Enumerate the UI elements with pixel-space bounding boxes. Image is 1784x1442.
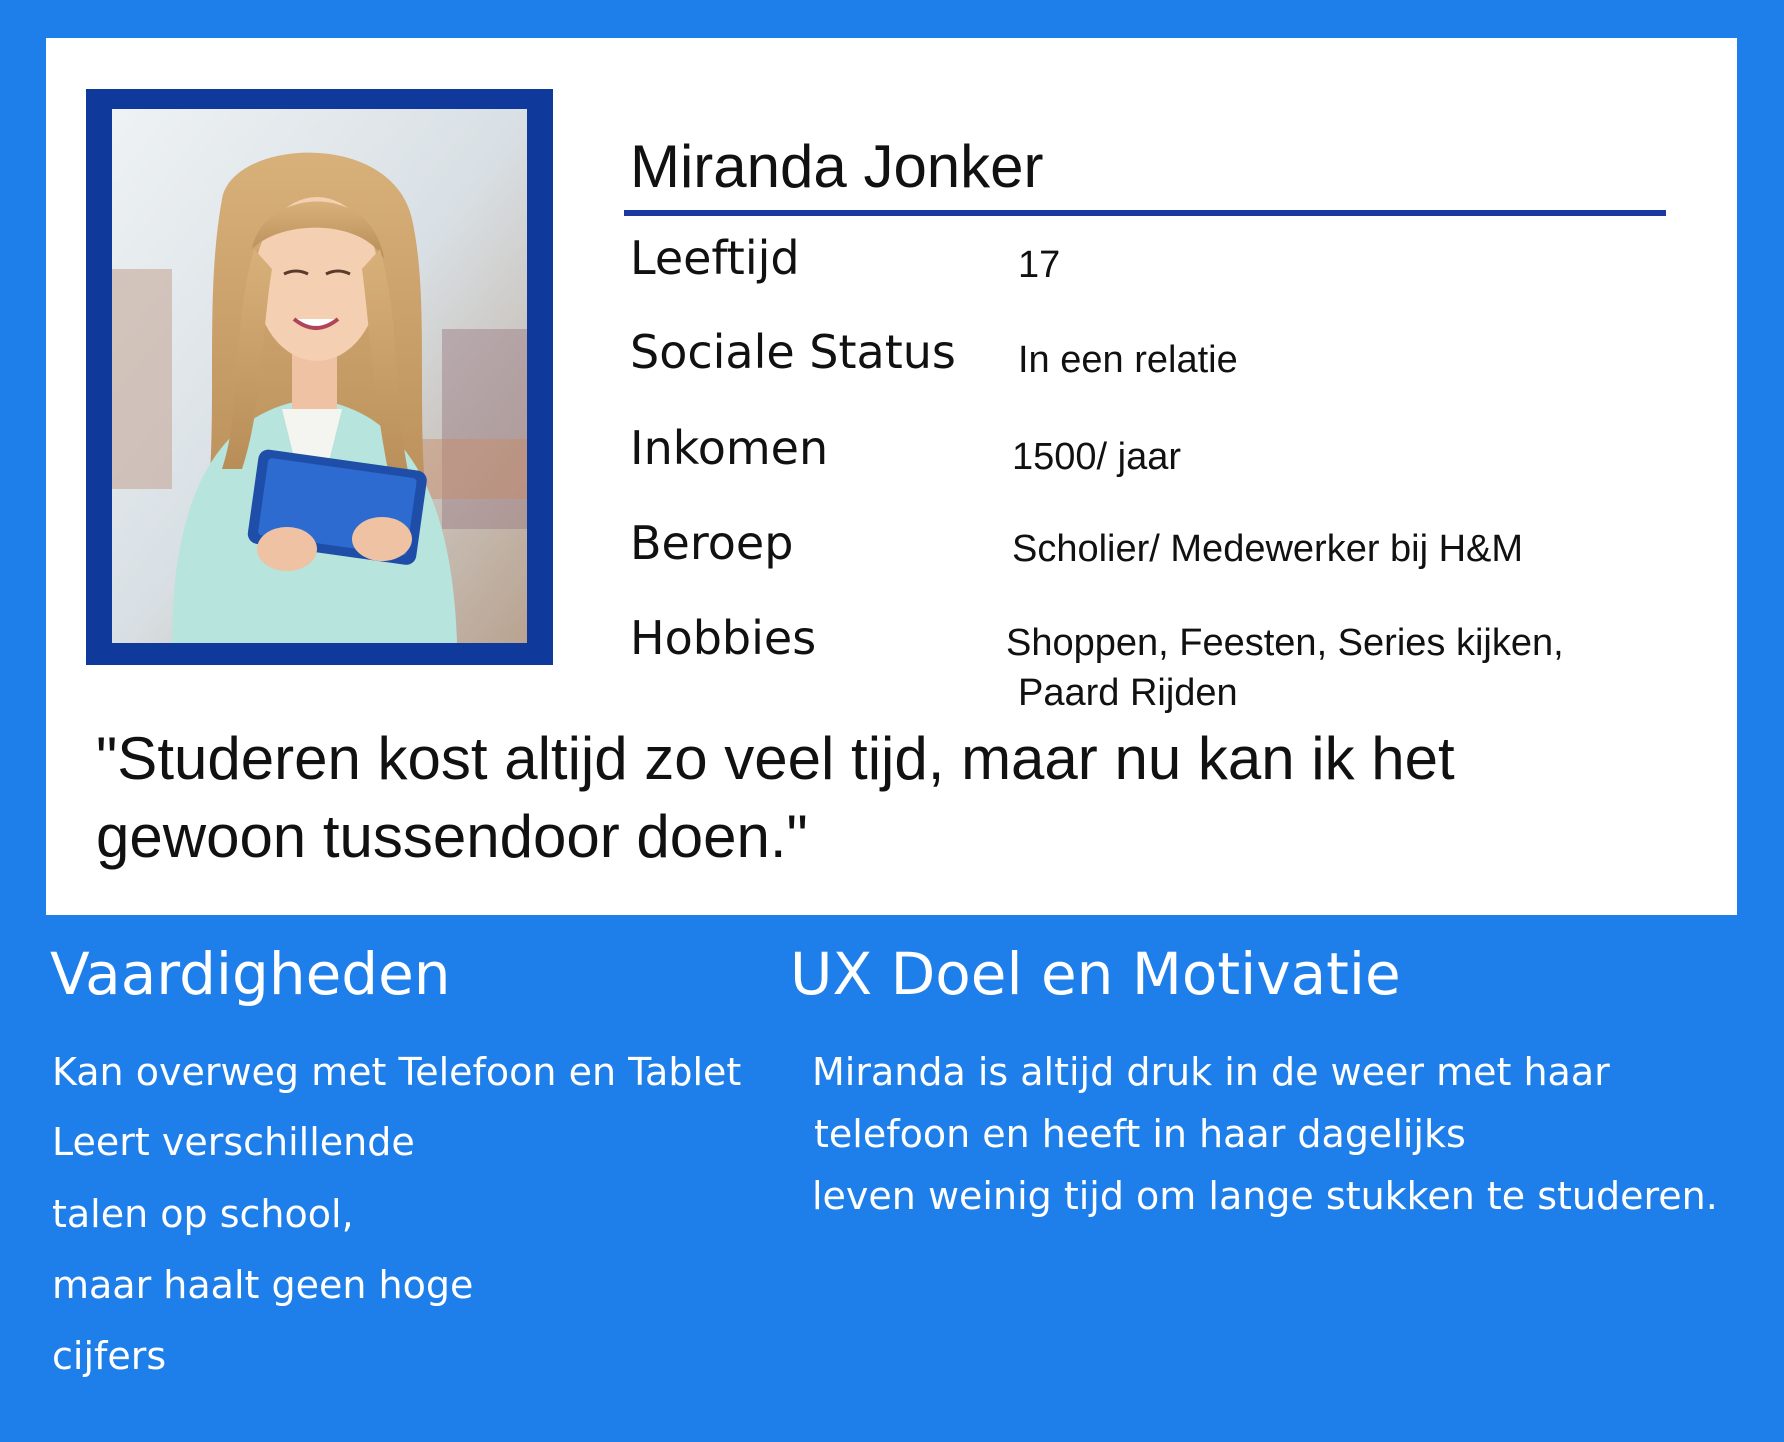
field-label-inkomen: Inkomen [630,421,829,475]
field-value-hobbies-line2: Paard Rijden [1018,672,1238,714]
quote-line-1: "Studeren kost altijd zo veel tijd, maar… [96,725,1455,792]
field-value-beroep: Scholier/ Medewerker bij H&M [1012,528,1524,570]
field-value-inkomen: 1500/ jaar [1012,436,1182,478]
photo-frame [86,89,553,665]
ux-goal-line: telefoon en heeft in haar dagelijks [814,1112,1466,1156]
persona-card: Miranda Jonker Leeftijd 17 Sociale Statu… [46,38,1737,915]
ux-goal-title: UX Doel en Motivatie [790,940,1401,1008]
field-label-leeftijd: Leeftijd [630,231,800,285]
ux-goal-line: Miranda is altijd druk in de weer met ha… [812,1050,1610,1094]
field-value-leeftijd: 17 [1018,244,1061,286]
skills-line: maar haalt geen hoge [52,1263,474,1307]
skills-line: Kan overweg met Telefoon en Tablet [52,1050,742,1094]
persona-photo [112,109,527,643]
persona-name: Miranda Jonker [630,133,1044,200]
quote-line-2: gewoon tussendoor doen." [96,803,808,870]
field-value-sociale-status: In een relatie [1018,339,1238,381]
name-divider [624,210,1666,216]
skills-line: cijfers [52,1334,167,1378]
field-label-hobbies: Hobbies [630,611,817,665]
skills-line: talen op school, [52,1192,354,1236]
field-value-hobbies: Shoppen, Feesten, Series kijken, [1006,622,1564,664]
field-label-beroep: Beroep [630,516,794,570]
ux-goal-line: leven weinig tijd om lange stukken te st… [812,1174,1718,1218]
field-label-sociale-status: Sociale Status [630,325,956,379]
persona-quote: "Studeren kost altijd zo veel tijd, maar… [96,720,1656,876]
skills-title: Vaardigheden [50,940,451,1008]
skills-line: Leert verschillende [52,1120,415,1164]
